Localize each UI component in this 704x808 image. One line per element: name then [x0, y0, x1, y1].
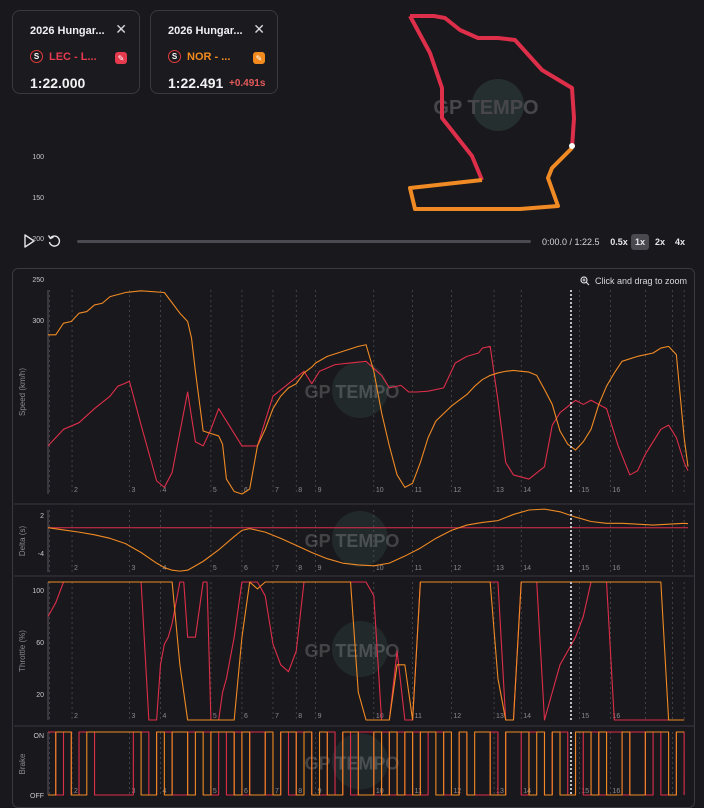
telemetry-charts[interactable]: 2 3 4 5 6 7 8 9 10 11 12 13 14 15 16 Speed (km/h) 300 250… — [0, 0, 704, 800]
watermark-text: GP TEMPO — [305, 641, 400, 661]
corner-label: 3 — [131, 565, 135, 572]
watermark-text: GP TEMPO — [305, 754, 400, 774]
corner-label: 14 — [523, 565, 531, 572]
corner-label: 5 — [213, 487, 217, 494]
corner-label: 15 — [581, 713, 589, 720]
chart-delta: 2 3 4 5 6 7 8 9 10 11 12 13 14 15 16Delta (s)2-4GP TEM… — [14, 503, 694, 572]
corner-label: 5 — [213, 565, 217, 572]
watermark-text: GP TEMPO — [305, 531, 400, 551]
corner-label: 12 — [453, 788, 461, 795]
chart-speed: 2 3 4 5 6 7 8 9 10 11 12 13 14 15 16Speed (km/h)300250… — [18, 154, 689, 495]
corner-label: 4 — [162, 713, 166, 720]
y-axis-label: Brake — [18, 753, 27, 774]
corner-label: 13 — [496, 713, 504, 720]
corner-label: 12 — [453, 487, 461, 494]
corner-label: 14 — [523, 487, 531, 494]
y-tick-label: OFF — [30, 793, 44, 800]
y-tick-label: 60 — [36, 640, 44, 647]
y-tick-label: -4 — [38, 551, 44, 558]
corner-label: 2 — [74, 487, 78, 494]
y-axis-label: Throttle (%) — [18, 630, 27, 672]
corner-label: 16 — [612, 565, 620, 572]
y-tick-label: 100 — [32, 154, 44, 161]
corner-label: 13 — [496, 487, 504, 494]
corner-label: 2 — [74, 565, 78, 572]
corner-label: 10 — [376, 788, 384, 795]
y-tick-label: 300 — [32, 318, 44, 325]
corner-label: 14 — [523, 713, 531, 720]
y-tick-label: 20 — [36, 692, 44, 699]
corner-label: 6 — [244, 713, 248, 720]
corner-label: 10 — [376, 487, 384, 494]
y-tick-label: 250 — [32, 277, 44, 284]
corner-label: 7 — [275, 565, 279, 572]
corner-label: 8 — [298, 565, 302, 572]
y-axis-label: Delta (s) — [18, 526, 27, 557]
corner-label: 8 — [298, 788, 302, 795]
y-tick-label: 150 — [32, 195, 44, 202]
corner-label: 7 — [275, 487, 279, 494]
corner-label: 3 — [131, 487, 135, 494]
corner-label: 5 — [213, 713, 217, 720]
corner-label: 15 — [581, 565, 589, 572]
corner-label: 15 — [581, 788, 589, 795]
watermark-text: GP TEMPO — [305, 382, 400, 402]
corner-label: 10 — [376, 565, 384, 572]
corner-label: 11 — [415, 487, 422, 494]
corner-label: 2 — [74, 788, 78, 795]
corner-label: 13 — [496, 565, 504, 572]
corner-label: 12 — [453, 565, 461, 572]
corner-label: 2 — [74, 713, 78, 720]
corner-label: 8 — [298, 713, 302, 720]
corner-label: 9 — [318, 713, 322, 720]
corner-label: 11 — [415, 565, 422, 572]
corner-label: 16 — [612, 788, 620, 795]
y-tick-label: 200 — [32, 236, 44, 243]
corner-label: 5 — [213, 788, 217, 795]
corner-label: 7 — [275, 788, 279, 795]
corner-label: 8 — [298, 487, 302, 494]
chart-brake: 2 3 4 5 6 7 8 9 10 11 12 13 14 15 16BrakeONOFFGP TEMPO — [14, 725, 694, 800]
corner-label: 4 — [162, 487, 166, 494]
y-tick-label: ON — [34, 733, 45, 740]
corner-label: 3 — [131, 713, 135, 720]
corner-label: 12 — [453, 713, 461, 720]
y-axis-label: Speed (km/h) — [18, 368, 27, 416]
corner-label: 15 — [581, 487, 589, 494]
corner-label: 7 — [275, 713, 279, 720]
corner-label: 11 — [415, 713, 422, 720]
corner-label: 14 — [523, 788, 531, 795]
corner-label: 9 — [318, 565, 322, 572]
y-tick-label: 100 — [32, 588, 44, 595]
corner-label: 16 — [612, 487, 620, 494]
corner-label: 13 — [496, 788, 504, 795]
corner-label: 10 — [376, 713, 384, 720]
corner-label: 6 — [244, 788, 248, 795]
chart-throttle: 2 3 4 5 6 7 8 9 10 11 12 13 14 15 16Throttle (%)100602… — [14, 575, 694, 721]
corner-label: 6 — [244, 565, 248, 572]
corner-label: 9 — [318, 487, 322, 494]
y-tick-label: 2 — [40, 513, 44, 520]
